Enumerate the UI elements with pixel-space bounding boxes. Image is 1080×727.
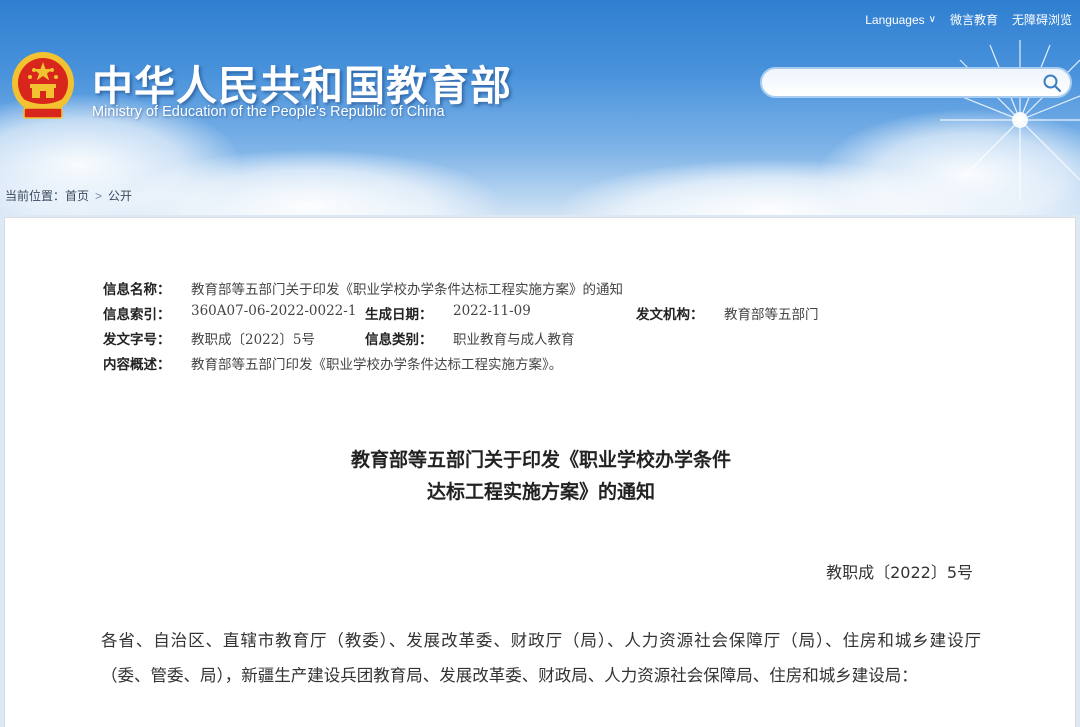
meta-name-label: 信息名称： [103,282,171,298]
document-body-paragraph: 各省、自治区、直辖市教育厅（教委）、发展改革委、财政厅（局）、人力资源社会保障厅… [101,631,981,685]
breadcrumb-label: 当前位置： [5,189,66,203]
site-header: 中华人民共和国教育部 Ministry of Education of the … [0,0,1080,215]
meta-category-value: 职业教育与成人教育 [453,332,575,348]
top-links: Languages ∨ 微言教育 无障碍浏览 [865,11,1072,28]
breadcrumb-current-link[interactable]: 公开 [108,187,132,204]
meta-docno-label: 发文字号： [103,332,171,348]
accessibility-link[interactable]: 无障碍浏览 [1012,11,1072,28]
search-icon[interactable] [1042,73,1062,93]
meta-summary-value: 教育部等五部门印发《职业学校办学条件达标工程实施方案》。 [191,357,563,373]
chevron-down-icon: ∨ [928,14,936,25]
document-title-line-2: 达标工程实施方案》的通知 [426,481,655,503]
site-title-english: Ministry of Education of the People's Re… [92,104,445,120]
document-title-line-1: 教育部等五部门关于印发《职业学校办学条件 [350,449,731,471]
national-emblem-logo[interactable] [10,50,76,122]
search-input[interactable] [776,73,1032,92]
meta-date-value: 2022-11-09 [453,303,531,319]
content-panel: 信息名称： 教育部等五部门关于印发《职业学校办学条件达标工程实施方案》的通知 信… [4,217,1076,727]
languages-dropdown[interactable]: Languages ∨ [865,13,936,27]
meta-name-value: 教育部等五部门关于印发《职业学校办学条件达标工程实施方案》的通知 [191,282,623,298]
weibo-link[interactable]: 微言教育 [950,11,998,28]
meta-date-label: 生成日期： [365,307,433,323]
breadcrumb-home-link[interactable]: 首页 [65,187,89,204]
document-title: 教育部等五部门关于印发《职业学校办学条件 达标工程实施方案》的通知 [5,444,1077,508]
breadcrumb-separator: > [95,188,103,203]
meta-docno-value: 教职成〔2022〕5号 [191,332,315,348]
meta-index-label: 信息索引： [103,307,171,323]
document-number: 教职成〔2022〕5号 [826,563,973,582]
meta-index-value: 360A07-06-2022-0022-1 [191,303,357,319]
meta-summary-label: 内容概述： [103,357,171,373]
dandelion-decoration [940,40,1080,200]
site-title-chinese[interactable]: 中华人民共和国教育部 [92,52,512,112]
breadcrumb: 当前位置： 首页 > 公开 [5,187,132,204]
meta-org-label: 发文机构： [636,307,704,323]
meta-org-value: 教育部等五部门 [724,307,819,323]
meta-category-label: 信息类别： [365,332,433,348]
languages-label: Languages [865,12,925,27]
search-box [760,67,1072,98]
